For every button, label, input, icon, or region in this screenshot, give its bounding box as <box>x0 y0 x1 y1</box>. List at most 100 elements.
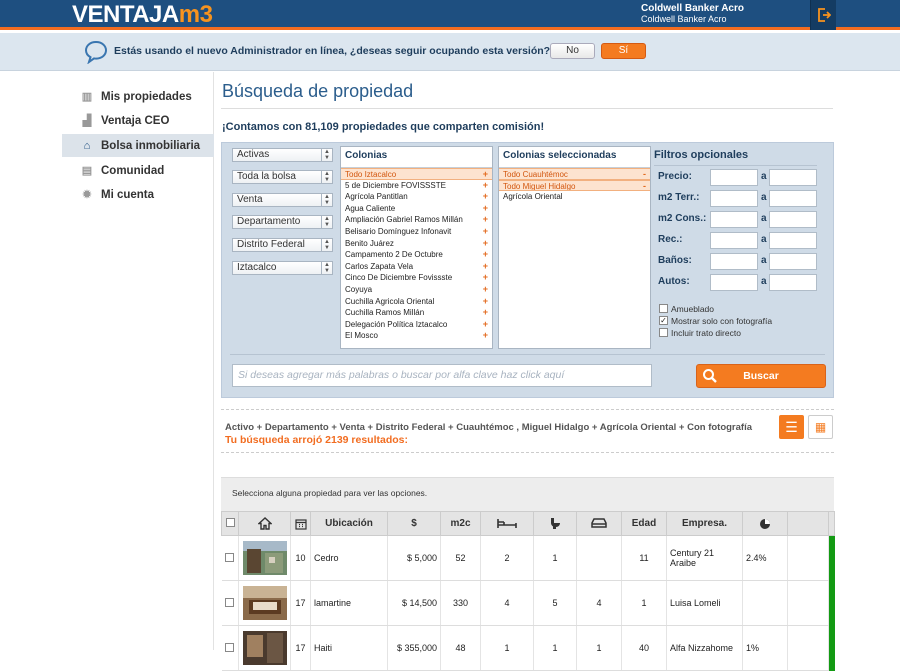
m2-cons-max-input[interactable] <box>769 211 817 228</box>
colonia-item[interactable]: Benito Juárez + <box>341 238 492 250</box>
select-value: Departamento <box>237 216 301 227</box>
colonia-item[interactable]: Cuchilla Ramos Millán + <box>341 307 492 319</box>
row-checkbox[interactable] <box>225 597 235 607</box>
row-checkbox-cell[interactable] <box>221 625 239 671</box>
row-days: 10 <box>290 535 311 581</box>
sidebar-item-mis-propiedades[interactable]: ▥ Mis propiedades <box>62 85 214 108</box>
ventaja-logo[interactable]: VENTAJAm3 <box>72 2 213 28</box>
m2-terreno-max-input[interactable] <box>769 190 817 207</box>
banos-max-input[interactable] <box>769 253 817 270</box>
buscar-button[interactable]: Buscar <box>696 364 826 388</box>
notice-si-button[interactable]: Sí <box>601 43 646 59</box>
notice-no-button[interactable]: No <box>550 43 595 59</box>
ubicacion-column-header[interactable]: Ubicación <box>310 511 388 536</box>
colonia-item[interactable]: Todo Iztacalco + <box>341 168 492 180</box>
checkbox-amueblado[interactable]: Amueblado <box>659 303 714 314</box>
colonia-item[interactable]: Carlos Zapata Vela + <box>341 261 492 273</box>
colonia-item[interactable]: Campamento 2 De Octubre + <box>341 249 492 261</box>
home-icon: ⌂ <box>83 139 91 152</box>
checkbox-box-checked[interactable]: ✓ <box>659 316 668 325</box>
colonias-seleccionadas-list[interactable]: Colonias seleccionadas Todo Cuauhtémoc - … <box>498 146 651 349</box>
grid-view-button[interactable]: ▦ <box>808 415 833 439</box>
autos-min-input[interactable] <box>710 274 758 291</box>
row-days: 17 <box>290 625 311 671</box>
rec-min-input[interactable] <box>710 232 758 249</box>
table-row[interactable]: 17 lamartine $ 14,500 330 4 5 4 1 Luisa … <box>221 580 835 626</box>
colonia-item[interactable]: 5 de Diciembre FOVISSSTE + <box>341 180 492 192</box>
sidebar-item-comunidad[interactable]: ▤ Comunidad <box>62 159 214 182</box>
selected-colonia-item[interactable]: Todo Miguel Hidalgo - <box>499 179 650 192</box>
m2-terreno-min-input[interactable] <box>710 190 758 207</box>
row-photo-cell[interactable] <box>238 535 291 581</box>
rec-max-input[interactable] <box>769 232 817 249</box>
colonias-list[interactable]: Colonias Todo Iztacalco + 5 de Diciembre … <box>340 146 493 349</box>
precio-column-header[interactable]: $ <box>387 511 441 536</box>
keyword-search-input[interactable]: Si deseas agregar más palabras o buscar … <box>232 364 652 387</box>
colonia-item[interactable]: Coyuya + <box>341 284 492 296</box>
colonia-item[interactable]: Cinco De Diciembre Fovissste + <box>341 272 492 284</box>
colonia-label: El Mosco <box>345 331 378 341</box>
row-checkbox[interactable] <box>225 642 235 652</box>
table-row[interactable]: 10 Cedro $ 5,000 52 2 1 11 Century 21 Ar… <box>221 535 835 581</box>
plus-icon: + <box>482 169 488 179</box>
select-estado[interactable]: Activas ▲ ▼ <box>232 148 333 162</box>
row-checkbox[interactable] <box>225 552 235 562</box>
selected-colonia-item[interactable]: Todo Cuauhtémoc - <box>499 168 650 180</box>
minus-icon[interactable]: - <box>643 181 646 191</box>
row-photo-cell[interactable] <box>238 625 291 671</box>
autos-max-input[interactable] <box>769 274 817 291</box>
banos-column-header[interactable] <box>533 511 577 536</box>
search-icon <box>703 369 717 383</box>
table-row[interactable]: 17 Haiti $ 355,000 48 1 1 1 40 Alfa Nizz… <box>221 625 835 671</box>
precio-max-input[interactable] <box>769 169 817 186</box>
row-checkbox-cell[interactable] <box>221 535 239 581</box>
checkbox-trato-directo[interactable]: Incluir trato directo <box>659 327 741 338</box>
property-photo[interactable] <box>242 586 287 620</box>
precio-min-input[interactable] <box>710 169 758 186</box>
colonia-item[interactable]: Belisario Domínguez Infonavit + <box>341 226 492 238</box>
plus-icon: + <box>482 260 488 271</box>
list-view-button[interactable]: ☰ <box>779 415 804 439</box>
select-delegacion[interactable]: Iztacalco ▲ ▼ <box>232 261 333 275</box>
colonia-label: Cuchilla Ramos Millán <box>345 308 425 318</box>
checkbox-box[interactable] <box>659 328 668 337</box>
select-all-header[interactable] <box>221 511 239 536</box>
colonia-item[interactable]: Agua Caliente + <box>341 203 492 215</box>
m2-cons-min-input[interactable] <box>710 211 758 228</box>
sidebar-item-bolsa-inmobiliaria[interactable]: ⌂ Bolsa inmobiliaria <box>62 134 214 157</box>
sidebar-item-label: Mi cuenta <box>101 188 155 201</box>
colonia-item[interactable]: Agrícola Pantitlan + <box>341 191 492 203</box>
filters-title: Filtros opcionales <box>654 149 749 161</box>
property-photo[interactable] <box>242 541 287 575</box>
comision-column-header[interactable] <box>742 511 788 536</box>
banos-min-input[interactable] <box>710 253 758 270</box>
row-checkbox-cell[interactable] <box>221 580 239 626</box>
colonia-item[interactable]: El Mosco + <box>341 330 492 342</box>
sidebar-item-ventaja-ceo[interactable]: ▟ Ventaja CEO <box>62 109 214 132</box>
select-bolsa[interactable]: Toda la bolsa ▲ ▼ <box>232 170 333 184</box>
range-separator: a <box>761 255 767 266</box>
sidebar-item-mi-cuenta[interactable]: ✹ Mi cuenta <box>62 183 214 206</box>
days-column-header[interactable] <box>290 511 311 536</box>
m2c-column-header[interactable]: m2c <box>440 511 481 536</box>
colonia-item[interactable]: Delegación Política Iztacalco + <box>341 319 492 331</box>
logout-button[interactable] <box>810 0 836 30</box>
select-estado-region[interactable]: Distrito Federal ▲ ▼ <box>232 238 333 252</box>
autos-column-header[interactable] <box>576 511 622 536</box>
select-tipo[interactable]: Departamento ▲ ▼ <box>232 215 333 229</box>
edad-column-header[interactable]: Edad <box>621 511 667 536</box>
checkbox-con-fotografia[interactable]: ✓ Mostrar solo con fotografía <box>659 315 772 326</box>
selected-colonia-item[interactable]: Agrícola Oriental <box>499 191 650 203</box>
recamaras-column-header[interactable] <box>480 511 534 536</box>
checkbox-box[interactable] <box>659 304 668 313</box>
row-photo-cell[interactable] <box>238 580 291 626</box>
colonia-item[interactable]: Cuchilla Agricola Oriental + <box>341 296 492 308</box>
colonia-item[interactable]: Ampliación Gabriel Ramos Millán + <box>341 214 492 226</box>
minus-icon[interactable]: - <box>643 169 646 179</box>
empresa-column-header[interactable]: Empresa. <box>666 511 743 536</box>
select-all-checkbox[interactable] <box>225 517 235 527</box>
range-separator: a <box>761 276 767 287</box>
property-photo[interactable] <box>242 631 287 665</box>
select-operacion[interactable]: Venta ▲ ▼ <box>232 193 333 207</box>
select-value: Venta <box>237 194 263 205</box>
